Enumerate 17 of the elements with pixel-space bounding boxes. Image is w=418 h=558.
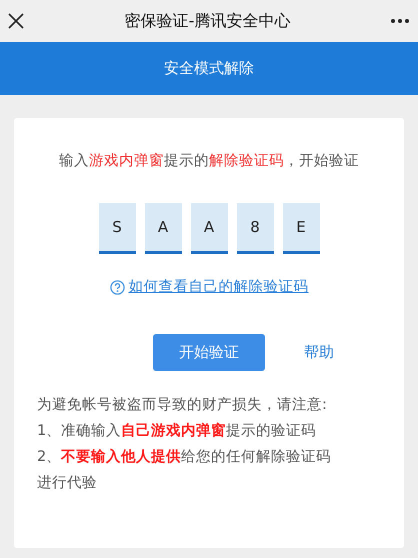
more-icon[interactable] bbox=[390, 18, 410, 24]
window-title: 密保验证-腾讯安全中心 bbox=[124, 10, 292, 32]
help-link[interactable]: 如何查看自己的解除验证码 bbox=[128, 276, 308, 298]
help-button[interactable]: 帮助 bbox=[304, 340, 334, 364]
notice-text: 2、不要输入他人提供给您的任何解除验证码 bbox=[37, 448, 332, 466]
code-input-field[interactable]: A bbox=[190, 202, 228, 254]
banner-title: 安全模式解除 bbox=[164, 58, 254, 80]
code-input-field[interactable]: A bbox=[144, 202, 182, 254]
code-input-field[interactable]: E bbox=[282, 202, 320, 254]
close-icon[interactable] bbox=[7, 12, 25, 30]
notice-text: 1、准确输入自己游戏内弹窗提示的验证码 bbox=[37, 422, 318, 440]
instruction-text: 输入游戏内弹窗提示的解除验证码，开始验证 bbox=[58, 152, 360, 171]
notice-text: 为避免帐号被盗而导致的财产损失，请注意: bbox=[37, 396, 328, 414]
notice-text: 进行代验 bbox=[37, 474, 98, 492]
code-input-field[interactable]: 8 bbox=[236, 202, 274, 254]
code-input-field[interactable]: S bbox=[98, 202, 136, 254]
help-icon bbox=[110, 280, 124, 296]
